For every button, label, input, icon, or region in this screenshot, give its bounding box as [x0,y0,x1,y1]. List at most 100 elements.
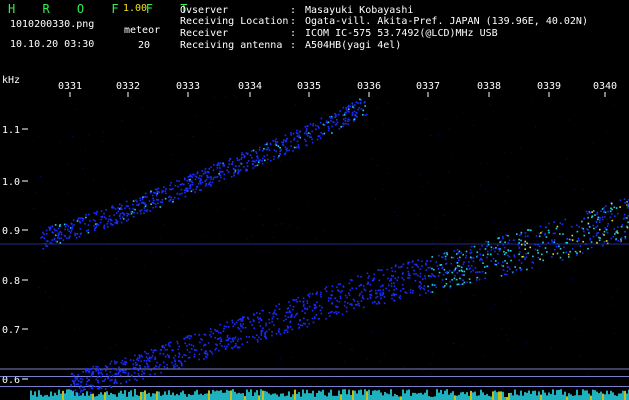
trace-point [332,121,334,123]
trace-point [595,221,598,223]
trace-point [242,323,244,325]
trace-point [605,205,607,207]
noise-dot [199,332,200,334]
trace-point [513,254,515,257]
trace-point [183,177,186,179]
trace-point [451,271,453,274]
trace-point [408,272,410,275]
trace-point [45,233,48,235]
trace-point [128,207,131,210]
bottom-strip-bar [110,392,112,400]
trace-point [303,303,305,306]
trace-point [441,266,444,269]
bottom-strip-bar [50,391,52,400]
trace-point [60,237,63,239]
trace-point [571,239,574,241]
trace-point [421,265,423,267]
trace-point [459,277,461,280]
bottom-strip-bar [54,392,56,400]
trace-point [362,109,365,112]
trace-point [156,188,158,191]
bottom-strip-bar [130,390,132,400]
bottom-strip-bar [596,391,598,400]
trace-point [476,251,479,253]
noise-dot [506,334,508,336]
trace-point [609,210,612,213]
trace-point [132,359,135,362]
trace-point [395,288,398,290]
noise-dot [72,135,74,137]
bottom-strip-bar [154,393,156,400]
trace-point [92,219,95,221]
trace-point [360,108,363,110]
bottom-strip-bar [96,396,98,400]
trace-point [42,231,44,234]
trace-point [393,289,395,291]
trace-point [62,239,65,241]
trace-point [367,277,370,279]
trace-point [57,227,60,230]
trace-point [568,238,571,241]
trace-point [108,375,111,378]
bottom-strip-bar [276,394,278,400]
trace-point [85,214,87,216]
trace-point [124,369,127,372]
trace-point [497,248,500,250]
trace-point [200,178,202,180]
bottom-strip-bar [138,395,140,400]
trace-point [378,279,381,282]
noise-dot [87,134,89,136]
trace-point [152,350,155,352]
noise-dot [559,176,561,177]
trace-point [502,261,504,263]
trace-point [607,223,609,225]
trace-point [518,246,521,249]
trace-point [267,158,269,161]
trace-point [345,306,348,309]
trace-point [627,207,629,209]
trace-point [123,212,125,215]
trace-point [263,155,265,158]
bottom-strip-bar [530,393,532,400]
trace-point [191,183,194,186]
trace-point [111,375,114,377]
trace-point [537,252,539,254]
bottom-strip-bar [132,396,134,400]
trace-point [552,232,555,235]
trace-point [114,222,116,224]
noise-dot [282,223,284,225]
trace-point [283,139,285,141]
trace-point [461,283,464,285]
trace-point [311,293,314,295]
trace-point [256,155,258,158]
trace-point [585,210,588,213]
trace-point [325,120,328,123]
trace-point [198,353,201,356]
trace-point [262,327,264,329]
trace-point [431,267,433,270]
trace-point [154,188,157,191]
bottom-strip-bar [112,394,114,400]
trace-point [457,257,459,260]
bottom-strip-bar [568,393,570,400]
trace-point [284,134,287,137]
trace-point [176,340,178,343]
trace-point [353,110,356,113]
trace-point [311,309,314,312]
trace-point [249,154,252,156]
noise-dot [120,120,122,122]
noise-dot [160,236,162,238]
trace-point [386,268,389,271]
noise-dot [510,238,512,240]
trace-point [379,294,382,297]
noise-dot [493,304,495,306]
bottom-strip-bar [374,390,376,400]
trace-point [171,361,173,364]
trace-point [555,227,558,230]
bottom-strip-bar [86,391,88,400]
trace-point [534,243,536,246]
bottom-strip-bar [274,393,276,400]
bottom-strip-bar [384,392,386,400]
trace-point [487,241,490,243]
trace-point [150,190,152,193]
